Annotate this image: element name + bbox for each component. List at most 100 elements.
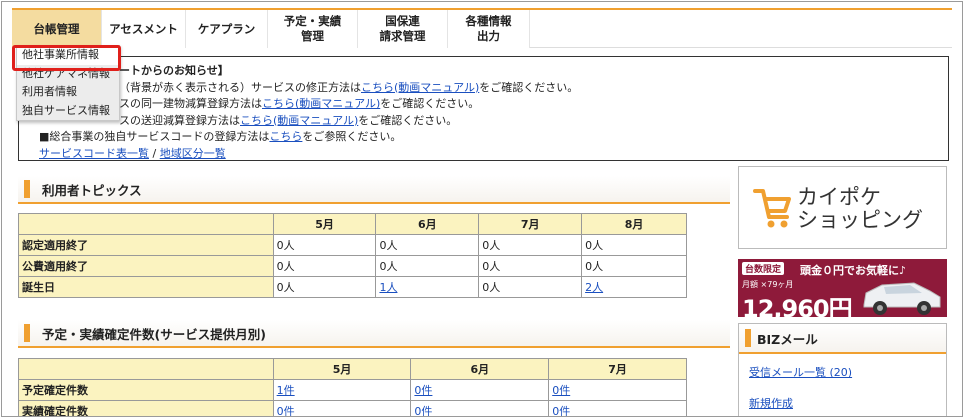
notice-link[interactable]: こちら(動画マニュアル): [240, 114, 358, 127]
nav-tab-label: アセスメント: [109, 21, 178, 36]
notice-line: スの送迎減算登録方法はこちら(動画マニュアル)をご確認ください。: [27, 113, 940, 130]
table-row: 予定確定件数 1件 0件 0件: [18, 379, 687, 401]
service-code-list-link[interactable]: サービスコード表一覧: [39, 147, 149, 160]
inbox-link[interactable]: 受信メール一覧 (20): [739, 364, 946, 380]
column-header: 6月: [410, 358, 550, 380]
count-link[interactable]: 0件: [277, 405, 295, 416]
topics-section-header: 利用者トピックス: [18, 176, 730, 204]
notice-link[interactable]: こちら: [269, 130, 302, 143]
biz-mail-title: BIZメール: [757, 331, 818, 347]
table-cell: 0人: [581, 234, 687, 256]
table-row: 公費適用終了 0人 0人 0人 0人: [18, 255, 687, 277]
notice-text: をご確認ください。: [479, 80, 579, 94]
table-row: 実績確定件数 0件 0件 0件: [18, 400, 687, 416]
notice-line: （背景が赤く表示される）サービスの修正方法はこちら(動画マニュアル)をご確認くだ…: [27, 80, 940, 97]
notice-text: をご確認ください。: [380, 97, 480, 110]
nav-tab-label: 台帳管理: [33, 21, 80, 36]
nav-tab-billing[interactable]: 国保連 請求管理: [358, 10, 448, 48]
row-header: 実績確定件数: [18, 400, 274, 416]
row-header: 誕生日: [18, 276, 274, 298]
table-row: 認定適用終了 0人 0人 0人 0人: [18, 234, 687, 256]
column-header: 7月: [548, 358, 687, 380]
nav-tab-label: 予定・実績 管理: [283, 14, 342, 43]
shopping-label: カイポケ ショッピング: [797, 186, 923, 232]
biz-mail-header: BIZメール: [739, 324, 946, 354]
table-cell: 0人: [478, 255, 583, 277]
confirmed-title: 予定・実績確定件数(サービス提供月別): [42, 326, 266, 342]
shopping-label-line: ショッピング: [797, 208, 923, 232]
topics-table: 5月 6月 7月 8月 認定適用終了 0人 0人 0人 0人 公費適用終了 0人…: [18, 213, 687, 298]
banner-price: 12,960円: [742, 295, 853, 317]
birthday-link[interactable]: 1人: [379, 281, 397, 294]
notice-text: ■総合事業の独自サービスコードの登録方法は: [39, 130, 270, 143]
notice-text: をご参照ください。: [302, 130, 402, 143]
table-corner: [18, 358, 274, 380]
notice-line: ■総合事業の独自サービスコードの登録方法はこちらをご参照ください。: [27, 129, 940, 146]
notice-text: スの同一建物減算登録方法は: [119, 97, 262, 110]
table-cell: 0人: [375, 234, 480, 256]
cart-icon: [753, 189, 791, 228]
notice-box: ートからのお知らせ】 （背景が赤く表示される）サービスの修正方法はこちら(動画マ…: [18, 56, 949, 161]
notice-link[interactable]: こちら(動画マニュアル): [361, 81, 479, 94]
column-header: 5月: [272, 358, 412, 380]
row-header: 公費適用終了: [18, 255, 274, 277]
table-corner: [18, 213, 274, 235]
notice-line: スの同一建物減算登録方法はこちら(動画マニュアル)をご確認ください。: [27, 96, 940, 113]
nav-tab-label: 国保連 請求管理: [379, 14, 426, 43]
notice-title: ートからのお知らせ】: [119, 64, 229, 77]
car-lease-banner[interactable]: 台数限定 頭金０円でお気軽に♪ 月額 ×79ヶ月 12,960円: [738, 259, 947, 317]
nav-filler: [530, 8, 952, 48]
topics-title: 利用者トピックス: [42, 182, 142, 198]
confirmed-table: 5月 6月 7月 予定確定件数 1件 0件 0件 実績確定件数 0件 0件 0件: [18, 358, 687, 416]
table-cell: 0人: [272, 255, 377, 277]
notice-text: をご確認ください。: [358, 113, 458, 127]
compose-link[interactable]: 新規作成: [739, 395, 946, 411]
shopping-banner[interactable]: カイポケ ショッピング: [738, 166, 947, 249]
nav-tab-label: 各種情報 出力: [465, 14, 512, 43]
section-marker-icon: [24, 324, 30, 342]
row-header: 予定確定件数: [18, 379, 274, 401]
banner-headline: 頭金０円でお気軽に♪: [800, 264, 907, 277]
notice-bottom-links: サービスコード表一覧 / 地域区分一覧: [27, 146, 940, 163]
section-marker-icon: [24, 180, 30, 198]
count-link[interactable]: 0件: [414, 405, 432, 416]
count-link[interactable]: 0件: [552, 405, 570, 416]
nav-tab-label: ケアプラン: [197, 21, 256, 36]
column-header: 6月: [375, 213, 480, 235]
nav-tab-output[interactable]: 各種情報 出力: [448, 10, 530, 48]
menu-item-user-info[interactable]: 利用者情報: [17, 83, 119, 102]
table-row: 誕生日 0人 1人 0人 2人: [18, 276, 687, 298]
link-separator: /: [152, 146, 157, 160]
table-cell: 0人: [272, 276, 377, 298]
table-cell: 0人: [375, 255, 480, 277]
row-header: 認定適用終了: [18, 234, 274, 256]
column-header: 5月: [272, 213, 377, 235]
count-link[interactable]: 0件: [552, 384, 570, 397]
nav-tab-careplan[interactable]: ケアプラン: [186, 10, 268, 48]
confirmed-section-header: 予定・実績確定件数(サービス提供月別): [18, 320, 730, 348]
count-link[interactable]: 0件: [414, 384, 432, 397]
column-header: 8月: [581, 213, 687, 235]
menu-item-custom-service[interactable]: 独自サービス情報: [17, 102, 119, 121]
notice-text: スの送迎減算登録方法は: [119, 113, 240, 127]
nav-tab-schedule[interactable]: 予定・実績 管理: [268, 10, 358, 48]
table-header-row: 5月 6月 7月 8月: [18, 213, 687, 235]
count-link[interactable]: 1件: [277, 384, 295, 397]
window: 台帳管理 アセスメント ケアプラン 予定・実績 管理 国保連 請求管理 各種情報…: [1, 1, 963, 417]
region-list-link[interactable]: 地域区分一覧: [160, 147, 226, 160]
table-cell: 0人: [581, 255, 687, 277]
nav-tab-assessment[interactable]: アセスメント: [102, 10, 186, 48]
notice-link[interactable]: こちら(動画マニュアル): [262, 97, 380, 110]
table-header-row: 5月 6月 7月: [18, 358, 687, 380]
banner-tag: 台数限定: [742, 262, 785, 275]
nav-tab-ledger[interactable]: 台帳管理: [12, 10, 102, 48]
highlight-annotation: [12, 45, 121, 71]
table-cell: 0人: [272, 234, 377, 256]
shopping-label-line: カイポケ: [797, 185, 881, 209]
main-nav: 台帳管理 アセスメント ケアプラン 予定・実績 管理 国保連 請求管理 各種情報…: [12, 8, 530, 48]
table-cell: 0人: [478, 276, 583, 298]
birthday-link[interactable]: 2人: [585, 281, 603, 294]
section-marker-icon: [745, 329, 751, 347]
table-cell: 0人: [478, 234, 583, 256]
notice-text: （背景が赤く表示される）サービスの修正方法は: [119, 80, 361, 94]
